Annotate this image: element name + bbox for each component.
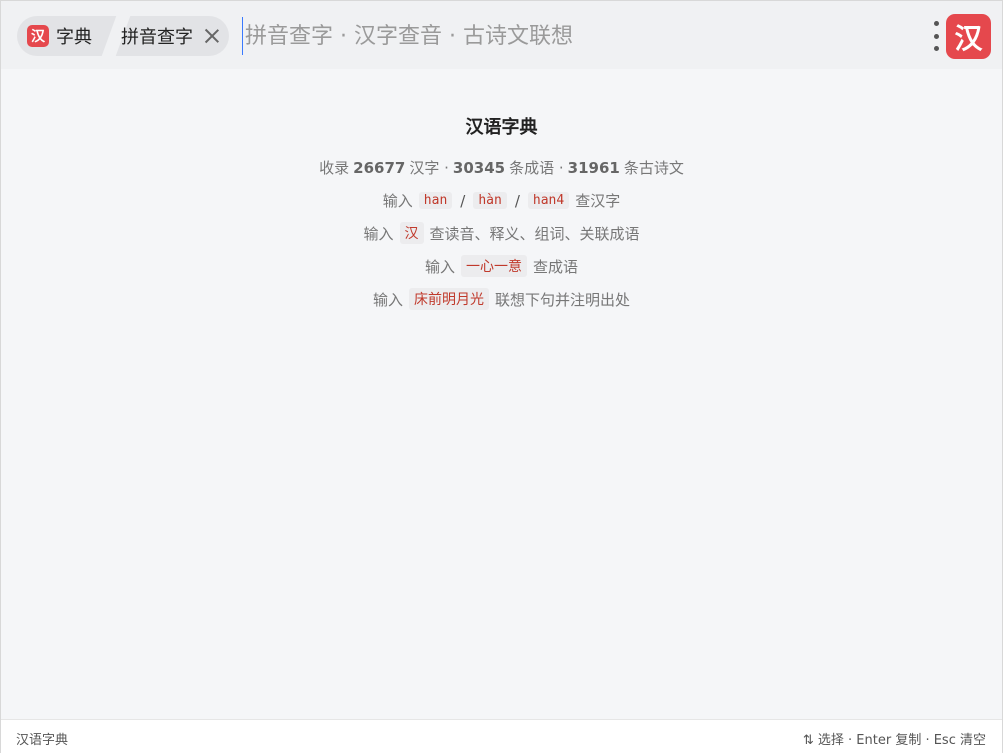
mode-selector-pill: 汉 字典 拼音查字 [17,16,229,56]
tab-pinyin-lookup[interactable]: 拼音查字 [121,16,229,56]
stats-line: 收录 26677 汉字 · 30345 条成语 · 31961 条古诗文 [1,157,1002,178]
hint-pinyin: 输入 han / hàn / han4 查汉字 [1,190,1002,211]
search-header: 汉 字典 拼音查字 汉 [1,1,1002,69]
hint-prefix: 输入 [382,192,413,210]
example-tag: han [418,192,453,209]
more-vertical-icon[interactable] [931,21,941,51]
hint-prefix: 输入 [363,224,394,243]
example-tag: 汉 [399,222,424,244]
hint-suffix: 查读音、释义、组词、关联成语 [429,224,640,243]
hint-prefix: 输入 [372,290,403,309]
welcome-panel: 汉语字典 收录 26677 汉字 · 30345 条成语 · 31961 条古诗… [1,69,1002,719]
example-tag: hàn [473,192,507,209]
example-tag: 一心一意 [461,255,527,277]
example-tag: han4 [527,192,570,209]
separator: / [514,191,520,210]
search-input[interactable] [242,17,902,55]
idiom-count: 30345 [452,158,506,177]
hint-suffix: 联想下句并注明出处 [495,290,631,309]
tab-pinyin-lookup-label: 拼音查字 [121,27,193,48]
page-title: 汉语字典 [465,117,538,138]
hanzi-label: 汉字 · [409,159,449,177]
idiom-label: 条成语 · [509,159,564,177]
close-icon[interactable] [203,27,221,45]
hanzi-count: 26677 [353,158,406,177]
poem-count: 31961 [567,158,620,177]
hint-idiom: 输入 一心一意 查成语 [1,255,1002,277]
keyboard-hints: ⇅ 选择 · Enter 复制 · Esc 清空 [802,733,986,748]
hint-hanzi: 输入 汉 查读音、释义、组词、关联成语 [1,222,1002,244]
hint-prefix: 输入 [424,257,455,276]
hint-suffix: 查汉字 [575,192,621,210]
poem-label: 条古诗文 [623,159,684,177]
tab-dictionary[interactable]: 汉 字典 [17,16,113,56]
stats-prefix: 收录 [319,159,350,177]
tab-dictionary-label: 字典 [56,27,92,48]
status-bar: 汉语字典 ⇅ 选择 · Enter 复制 · Esc 清空 [1,719,1002,754]
more-dot [933,21,939,26]
footer-app-name: 汉语字典 [16,733,69,748]
more-dot [933,33,939,39]
dictionary-badge-icon: 汉 [27,25,49,47]
separator: / [460,191,466,210]
hint-poem: 输入 床前明月光 联想下句并注明出处 [1,288,1002,310]
more-dot [933,46,939,51]
hint-suffix: 查成语 [533,257,579,276]
example-tag: 床前明月光 [409,288,489,310]
app-logo: 汉 [946,14,991,59]
dictionary-window: 汉 字典 拼音查字 汉 汉语字典 收录 26677 汉字 · 30345 条成语… [0,0,1003,754]
